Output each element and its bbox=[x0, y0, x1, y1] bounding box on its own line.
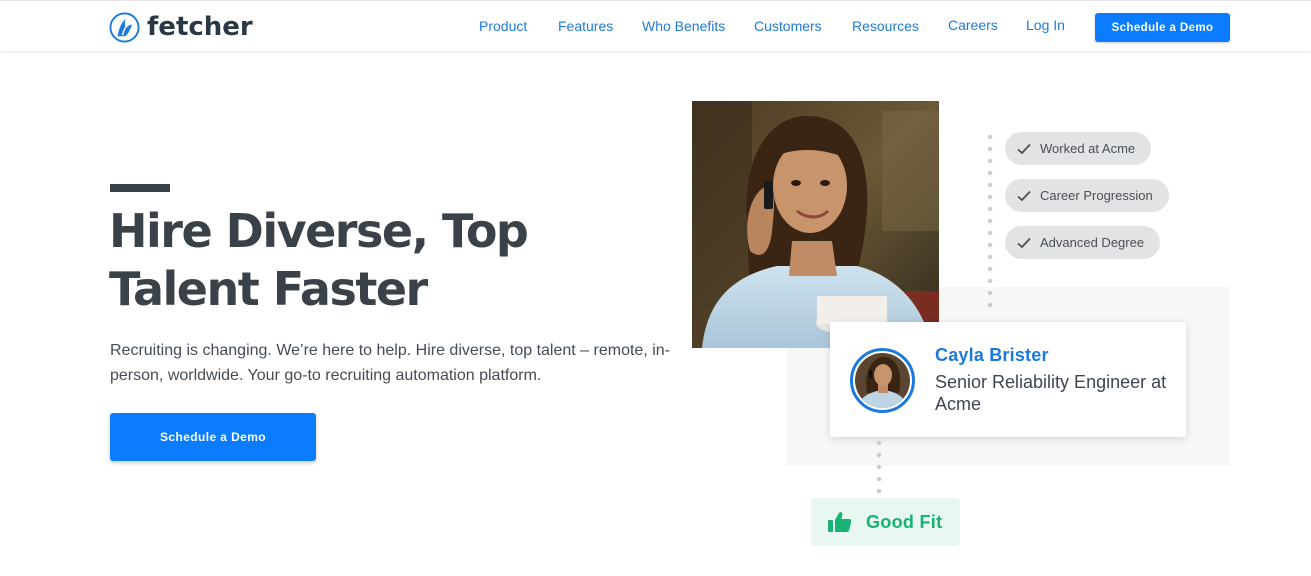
candidate-photo bbox=[692, 101, 939, 348]
good-fit-label: Good Fit bbox=[866, 511, 943, 532]
tag-label: Advanced Degree bbox=[1040, 235, 1145, 250]
check-icon bbox=[1017, 190, 1031, 201]
header-schedule-demo-button[interactable]: Schedule a Demo bbox=[1095, 13, 1230, 42]
tag-worked-at-acme: Worked at Acme bbox=[1005, 132, 1152, 165]
nav-item-log-in[interactable]: Log In bbox=[1026, 17, 1065, 33]
nav-item-features[interactable]: Features bbox=[558, 18, 613, 34]
connector-dots-top bbox=[987, 131, 993, 311]
nav-item-resources[interactable]: Resources bbox=[852, 18, 919, 34]
connector-dots-bottom bbox=[876, 437, 882, 493]
nav-item-who-benefits[interactable]: Who Benefits bbox=[642, 18, 725, 34]
tag-advanced-degree: Advanced Degree bbox=[1005, 226, 1161, 259]
nav-item-careers[interactable]: Careers bbox=[948, 17, 998, 33]
good-fit-badge: Good Fit bbox=[811, 498, 960, 546]
thumbs-up-icon bbox=[828, 512, 852, 532]
nav-item-customers[interactable]: Customers bbox=[754, 18, 822, 34]
candidate-card: Cayla Brister Senior Reliability Enginee… bbox=[830, 322, 1186, 437]
check-icon bbox=[1017, 237, 1031, 248]
tag-career-progression: Career Progression bbox=[1005, 179, 1169, 212]
tag-label: Worked at Acme bbox=[1040, 141, 1136, 156]
tag-label: Career Progression bbox=[1040, 188, 1153, 203]
nav-item-product[interactable]: Product bbox=[479, 18, 527, 34]
avatar bbox=[850, 348, 915, 413]
hero-title: Hire Diverse, Top Talent Faster bbox=[109, 204, 529, 316]
candidate-name: Cayla Brister bbox=[935, 345, 1049, 365]
check-icon bbox=[1017, 143, 1031, 154]
site-header: fetcher Product Features Who Benefits Cu… bbox=[0, 0, 1311, 51]
hero-schedule-demo-button[interactable]: Schedule a Demo bbox=[110, 413, 316, 461]
candidate-title: Senior Reliability Engineer at Acme bbox=[935, 372, 1167, 414]
hero-subtitle: Recruiting is changing. We’re here to he… bbox=[110, 342, 670, 384]
title-accent-bar bbox=[110, 184, 170, 192]
